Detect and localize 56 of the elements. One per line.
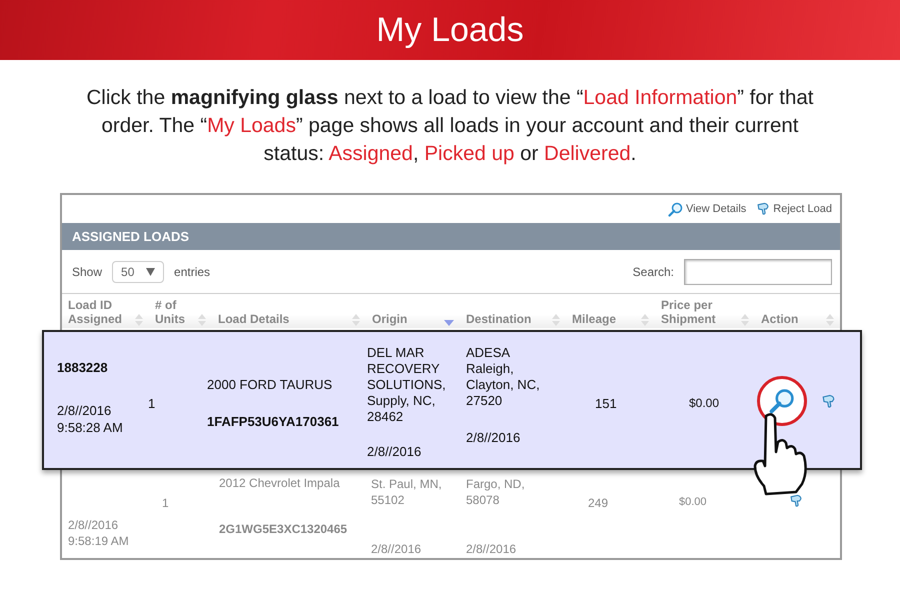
table-cell: 2/8//2016 xyxy=(466,542,516,556)
table-cell: 2/8//2016 xyxy=(371,542,422,556)
column-header[interactable]: Load Details xyxy=(212,294,366,328)
table-cell-text: Fargo, ND, 58078 xyxy=(466,476,526,508)
view-details-link[interactable]: View Details xyxy=(668,202,746,216)
table-cell: 2000 FORD TAURUS xyxy=(207,377,332,392)
sort-icon[interactable] xyxy=(741,314,749,326)
table-cell: $0.00 xyxy=(679,496,707,508)
table-cell: 151 xyxy=(595,396,617,411)
table-cell: 1883228 xyxy=(57,360,108,375)
sort-icon[interactable] xyxy=(352,314,360,326)
table-cell: 2012 Chevrolet Impala xyxy=(219,476,340,490)
sort-icon[interactable] xyxy=(552,314,560,326)
hand-pointer-icon xyxy=(752,412,810,496)
column-header[interactable]: Destination xyxy=(460,294,566,328)
column-header[interactable]: Mileage xyxy=(566,294,655,328)
sort-icon[interactable] xyxy=(198,314,206,326)
table-cell: 1 xyxy=(148,396,156,411)
section-title: ASSIGNED LOADS xyxy=(72,229,190,244)
entries-dropdown[interactable]: 50 xyxy=(112,260,164,282)
table-cell-text: St. Paul, MN, 55102 xyxy=(371,476,443,508)
thumb-down-icon[interactable] xyxy=(789,494,803,508)
page-title: My Loads xyxy=(376,10,524,50)
column-header[interactable]: Origin xyxy=(366,294,460,328)
table-cell: $0.00 xyxy=(689,396,720,410)
table-cell: 1FAFP53U6YA170361 xyxy=(207,414,339,429)
table-cell: 2G1WG5E3XC1320465 xyxy=(219,522,348,536)
sort-icon[interactable] xyxy=(135,314,143,326)
reject-load-link[interactable]: Reject Load xyxy=(756,202,832,216)
search-label: Search: xyxy=(632,264,674,278)
table-cell: 1 xyxy=(162,496,169,510)
show-label: Show xyxy=(72,264,102,278)
thumb-down-icon[interactable] xyxy=(821,394,836,409)
entries-label: entries xyxy=(174,264,210,278)
table-cell: 249 xyxy=(588,496,608,510)
view-details-button[interactable] xyxy=(757,376,807,426)
table-cell: 2/8//2016 xyxy=(57,403,112,418)
caret-icon xyxy=(146,268,156,276)
table-cell-text: ADESA Raleigh, Clayton, NC, 27520 xyxy=(466,345,541,409)
search-icon[interactable] xyxy=(668,202,683,216)
table-cell-text: DEL MAR RECOVERY SOLUTIONS, Supply, NC, 28462 xyxy=(367,345,447,425)
search-field[interactable] xyxy=(684,258,832,284)
column-header[interactable]: Action xyxy=(755,294,840,328)
sort-descending-icon[interactable] xyxy=(444,320,454,326)
sort-icon[interactable] xyxy=(826,314,834,326)
table-cell: 2/8//2016 xyxy=(68,518,118,532)
table-cell: 2/8//2016 xyxy=(367,444,422,459)
table-cell: 9:58:19 AM xyxy=(68,534,129,548)
column-header[interactable]: Price per Shipment xyxy=(655,294,755,328)
instructions-text: Click the magnifying glass next to a load to view the “Load Information” for that order. The “My Loads” page shows all loads in your account and their current status: Assigned, Picked up or Delivered. xyxy=(86,85,814,167)
sort-icon[interactable] xyxy=(641,314,649,326)
column-header[interactable]: Load ID Assigned xyxy=(62,294,149,328)
column-header[interactable]: # of Units xyxy=(149,294,212,328)
thumb-down-icon[interactable] xyxy=(756,202,770,216)
table-cell: 9:58:28 AM xyxy=(57,420,123,435)
table-cell: 2/8//2016 xyxy=(466,430,520,445)
